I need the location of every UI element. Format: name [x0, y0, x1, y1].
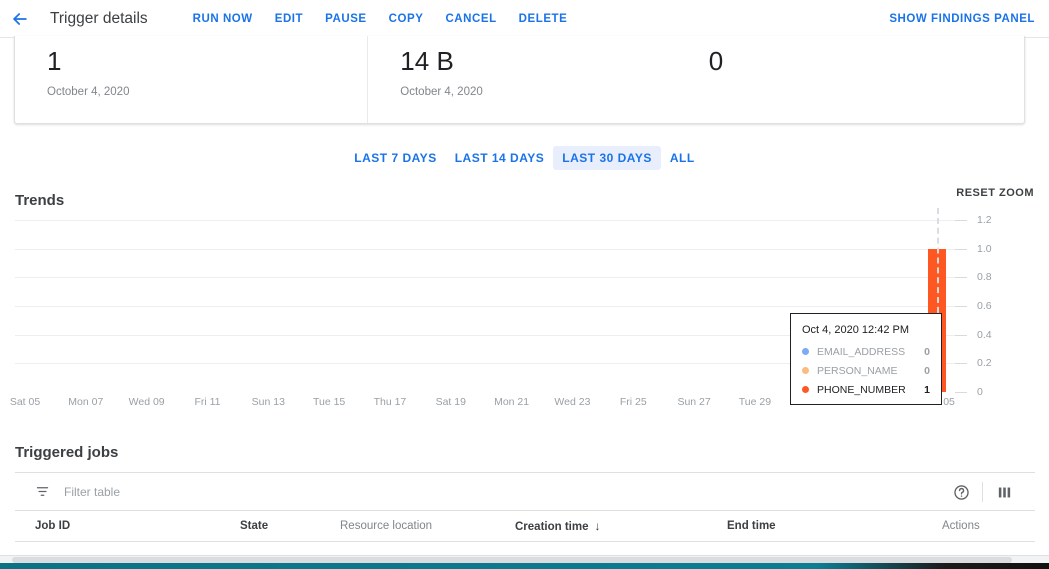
stats-card: 1 October 4, 2020 14 B October 4, 2020 0: [14, 36, 1025, 124]
y-axis-tick-label: 1.0: [977, 242, 992, 255]
chart-gridline: [15, 306, 955, 307]
app-bar-right: SHOW FINDINGS PANEL: [878, 0, 1035, 38]
cancel-button[interactable]: CANCEL: [434, 7, 507, 31]
column-header-resource-location[interactable]: Resource location: [340, 511, 515, 542]
chart-gridline: [15, 220, 955, 221]
y-axis-tick-label: 0.6: [977, 300, 992, 312]
range-chip-last-14-days[interactable]: LAST 14 DAYS: [446, 146, 554, 170]
x-axis-tick-label: Sun 13: [251, 396, 285, 408]
copy-button[interactable]: COPY: [378, 7, 435, 31]
triggered-jobs-heading: Triggered jobs: [15, 444, 119, 461]
legend-dot-phone-number: [802, 386, 809, 393]
chart-y-axis: 0 0.2 0.4 0.6 0.8 1.0 1.2: [955, 214, 1035, 398]
legend-dot-person-name: [802, 367, 809, 374]
tooltip-label-phone-number: PHONE_NUMBER: [817, 383, 906, 396]
y-axis-tick-mark: [955, 334, 967, 336]
y-axis-tick-mark: [955, 392, 967, 393]
x-axis-tick-label: Tue 29: [738, 396, 772, 408]
chart-gridline: [15, 277, 955, 279]
x-axis-tick-label: Sat 05: [9, 396, 41, 408]
y-axis-tick-mark: [955, 248, 967, 250]
back-arrow-icon[interactable]: [0, 0, 40, 38]
window-bottom-edge: [0, 563, 1049, 569]
chart-gridline: [15, 248, 955, 250]
stat-column-2: 14 B October 4, 2020: [367, 36, 676, 123]
triggered-jobs-card: Job ID State Resource location Creation …: [15, 472, 1035, 569]
x-axis-tick-label: Fri 25: [619, 396, 647, 408]
filter-tools: [944, 473, 1021, 511]
tooltip-label-email-address: EMAIL_ADDRESS: [817, 345, 906, 358]
y-axis-tick-label: 0.2: [977, 357, 992, 370]
y-axis-tick-mark: [955, 220, 967, 221]
tooltip-label-person-name: PERSON_NAME: [817, 364, 898, 377]
y-axis-tick-label: 1.2: [977, 214, 992, 226]
tooltip-value-email-address: 0: [924, 345, 930, 358]
x-axis-tick-label: Mon 07: [68, 396, 104, 408]
column-header-state[interactable]: State: [240, 511, 340, 542]
time-range-selector: LAST 7 DAYS LAST 14 DAYS LAST 30 DAYS AL…: [0, 146, 1049, 170]
stat-column-1: 1 October 4, 2020: [15, 36, 367, 123]
range-chip-last-30-days[interactable]: LAST 30 DAYS: [553, 146, 661, 170]
show-findings-panel-button[interactable]: SHOW FINDINGS PANEL: [878, 7, 1035, 31]
column-header-creation-time-label: Creation time: [515, 521, 589, 533]
app-bar-actions: RUN NOW EDIT PAUSE COPY CANCEL DELETE: [182, 7, 579, 31]
filter-row: [15, 473, 1035, 511]
toolbar-divider: [982, 482, 983, 502]
column-header-creation-time[interactable]: Creation time ↓: [515, 511, 727, 542]
column-header-actions: Actions: [942, 511, 1035, 542]
tooltip-value-person-name: 0: [924, 364, 930, 377]
y-axis-tick-label: 0.4: [977, 328, 992, 341]
sort-descending-icon: ↓: [594, 519, 601, 533]
range-chip-all[interactable]: ALL: [661, 146, 704, 170]
tooltip-row-phone-number: PHONE_NUMBER 1: [802, 380, 930, 399]
delete-button[interactable]: DELETE: [508, 7, 579, 31]
reset-zoom-button[interactable]: RESET ZOOM: [956, 187, 1034, 199]
page-title: Trigger details: [50, 9, 148, 27]
x-axis-tick-label: Thu 17: [373, 396, 407, 408]
tooltip-value-phone-number: 1: [924, 383, 930, 396]
stat-value-1: 1: [47, 46, 62, 76]
horizontal-scrollbar[interactable]: [0, 555, 1049, 563]
x-axis-tick-label: Sat 19: [435, 396, 466, 408]
legend-dot-email-address: [802, 348, 809, 355]
y-axis-tick-mark: [955, 363, 967, 365]
x-axis-tick-label: Tue 15: [312, 396, 346, 408]
app-bar: Trigger details RUN NOW EDIT PAUSE COPY …: [0, 0, 1049, 38]
table-header-row: Job ID State Resource location Creation …: [15, 511, 1035, 542]
edit-button[interactable]: EDIT: [264, 7, 314, 31]
x-axis-tick-label: Sun 27: [677, 396, 711, 408]
stat-subtitle-1: October 4, 2020: [47, 86, 130, 98]
column-header-end-time[interactable]: End time: [727, 511, 942, 542]
column-header-job-id[interactable]: Job ID: [15, 511, 240, 542]
x-axis-tick-label: Fri 11: [194, 396, 221, 408]
pause-button[interactable]: PAUSE: [314, 7, 378, 31]
stat-value-3: 0: [708, 46, 724, 76]
stat-subtitle-2: October 4, 2020: [400, 86, 483, 98]
filter-icon[interactable]: [35, 484, 50, 499]
y-axis-tick-mark: [955, 277, 967, 279]
help-icon[interactable]: [944, 473, 978, 511]
y-axis-tick-mark: [955, 306, 967, 307]
tooltip-row-person-name: PERSON_NAME 0: [802, 361, 930, 380]
tooltip-row-email-address: EMAIL_ADDRESS 0: [802, 342, 930, 361]
x-axis-tick-label: Mon 21: [494, 396, 530, 408]
filter-table-input[interactable]: [64, 484, 364, 499]
run-now-button[interactable]: RUN NOW: [182, 7, 264, 31]
tooltip-date: Oct 4, 2020 12:42 PM: [802, 324, 910, 336]
x-axis-tick-label: Wed 09: [128, 396, 165, 408]
range-chip-last-7-days[interactable]: LAST 7 DAYS: [345, 146, 445, 170]
trends-heading: Trends: [15, 192, 65, 209]
column-settings-icon[interactable]: [987, 473, 1021, 511]
stat-column-3: 0: [677, 36, 1024, 123]
y-axis-tick-label: 0.8: [977, 271, 992, 284]
stat-value-2: 14 B: [400, 46, 454, 76]
chart-tooltip: Oct 4, 2020 12:42 PM EMAIL_ADDRESS 0 PER…: [790, 313, 942, 405]
x-axis-tick-label: Wed 23: [554, 396, 591, 408]
